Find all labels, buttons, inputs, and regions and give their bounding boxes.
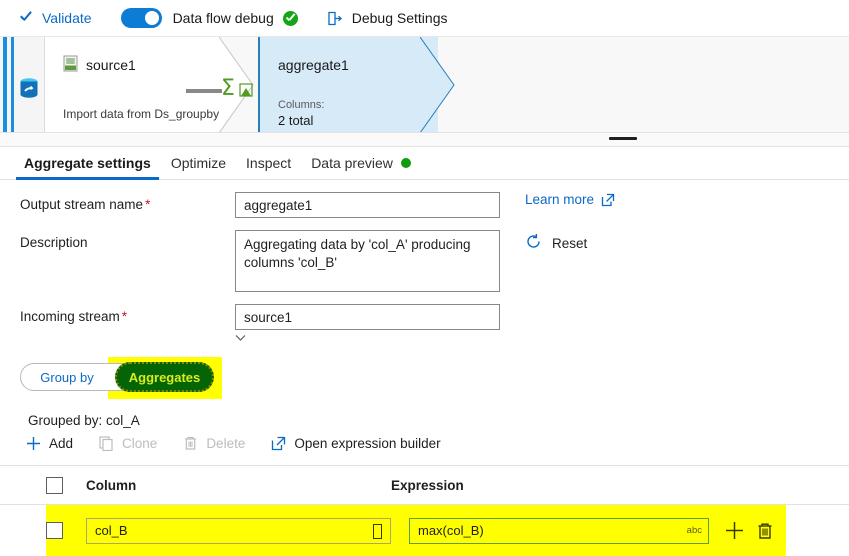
validate-button[interactable]: Validate: [18, 0, 92, 36]
data-preview-status-dot-icon: [400, 158, 411, 168]
plus-icon: [26, 436, 41, 451]
incoming-stream-label: Incoming stream *: [20, 304, 235, 324]
tab-optimize[interactable]: Optimize: [161, 147, 236, 180]
column-picker-icon[interactable]: [373, 523, 382, 539]
settings-tabbar: Aggregate settings Optimize Inspect Data…: [0, 147, 849, 180]
tab-label: Optimize: [170, 155, 227, 171]
description-label: Description: [20, 235, 88, 250]
segment-group-by[interactable]: Group by: [21, 363, 113, 391]
csv-file-icon: [63, 55, 78, 75]
clone-label: Clone: [122, 436, 158, 451]
add-button[interactable]: Add: [26, 436, 73, 451]
segment-aggregates[interactable]: Aggregates: [115, 362, 214, 392]
data-flow-canvas: source1 Import data from Ds_groupby Σ ag…: [0, 37, 849, 133]
delete-button: Delete: [183, 436, 245, 451]
external-link-icon: [601, 193, 615, 207]
debug-settings-label: Debug Settings: [351, 10, 448, 26]
source-node-header: source1: [63, 55, 136, 75]
debug-status-check-icon: [282, 10, 298, 26]
tab-inspect[interactable]: Inspect: [236, 147, 301, 180]
label-text: Incoming stream: [20, 309, 120, 324]
group-by-aggregates-segment: Group by Aggregates: [0, 357, 849, 399]
top-toolbar: Validate Data flow debug Debug Settings: [0, 0, 849, 37]
incoming-stream-row: Incoming stream * source1: [0, 304, 849, 345]
grouped-by-text: Grouped by: col_A: [28, 413, 140, 428]
aggregate-node[interactable]: aggregate1 Columns: 2 total: [258, 37, 438, 132]
checkmark-icon: [18, 11, 33, 26]
tab-label: Inspect: [246, 155, 292, 171]
table-header-row: Column Expression: [0, 466, 849, 504]
column-name-input[interactable]: col_B: [86, 517, 391, 544]
chevron-down-icon[interactable]: [235, 330, 246, 345]
type-badge: abc: [686, 524, 702, 536]
column-header-column: Column: [86, 477, 137, 493]
aggregate-sigma-icon: Σ: [221, 75, 255, 104]
panel-splitter[interactable]: [0, 133, 849, 147]
column-name-value: col_B: [95, 523, 128, 538]
learn-more-link[interactable]: Learn more: [525, 192, 615, 207]
output-stream-name-label: Output stream name *: [20, 192, 235, 212]
open-expression-builder-label: Open expression builder: [294, 436, 441, 451]
clone-button: Clone: [99, 436, 157, 451]
trash-icon: [183, 436, 198, 451]
toggle-knob: [144, 11, 159, 25]
node-connector-line: [186, 89, 222, 93]
incoming-stream-select[interactable]: source1: [235, 304, 500, 330]
required-marker: *: [121, 309, 128, 324]
description-textarea[interactable]: [235, 230, 500, 292]
source-node-title: source1: [86, 57, 136, 73]
column-header-expression: Expression: [391, 477, 464, 493]
delete-label: Delete: [206, 436, 246, 451]
required-marker: *: [145, 197, 151, 212]
delete-row-icon[interactable]: [756, 522, 774, 540]
segment-group-by-label: Group by: [40, 369, 94, 385]
validate-label: Validate: [42, 10, 92, 26]
tab-data-preview[interactable]: Data preview: [301, 147, 421, 180]
row-checkbox[interactable]: [46, 522, 63, 539]
output-stream-name-row: Output stream name *: [0, 192, 849, 218]
side-links-panel: Learn more Reset: [525, 192, 615, 253]
row-actions-toolbar: Add Clone Delete Open expression builder: [0, 436, 849, 451]
aggregate-node-arrow-shape: [419, 37, 460, 132]
debug-settings-button[interactable]: Debug Settings: [326, 10, 448, 27]
add-row-icon[interactable]: [725, 521, 744, 540]
incoming-stream-select-wrap: source1: [235, 304, 500, 345]
reset-label: Reset: [552, 235, 588, 251]
incoming-stream-value: source1: [244, 309, 293, 325]
output-stream-name-input[interactable]: [235, 192, 500, 218]
aggregate-node-columns-value: 2 total: [278, 113, 314, 128]
expression-input[interactable]: max(col_B) abc: [409, 517, 709, 544]
add-label: Add: [49, 436, 74, 451]
open-expression-builder-button[interactable]: Open expression builder: [271, 436, 441, 451]
description-row: Description: [0, 230, 849, 292]
data-flow-debug-toggle[interactable]: [120, 8, 162, 28]
table-row: col_B max(col_B) abc: [0, 504, 849, 556]
expression-value: max(col_B): [418, 523, 484, 538]
source-node[interactable]: source1 Import data from Ds_groupby: [44, 37, 220, 132]
canvas-left-rail: [0, 37, 44, 132]
splitter-handle[interactable]: [609, 137, 637, 140]
select-all-checkbox[interactable]: [46, 476, 63, 494]
data-flow-debug-label: Data flow debug: [172, 10, 274, 26]
refresh-icon: [525, 233, 542, 253]
tab-label: Aggregate settings: [24, 155, 151, 171]
debug-settings-icon: [326, 10, 343, 27]
label-text: Output stream name: [20, 197, 144, 212]
segment-aggregates-label: Aggregates: [128, 369, 201, 385]
aggregate-node-title: aggregate1: [278, 57, 349, 73]
data-flow-debug-group: Data flow debug: [120, 8, 298, 28]
reset-button[interactable]: Reset: [525, 233, 615, 253]
source-node-subtitle: Import data from Ds_groupby: [63, 107, 220, 121]
copy-icon: [99, 436, 114, 451]
svg-text:Σ: Σ: [221, 76, 235, 101]
external-link-icon: [271, 436, 286, 451]
database-source-icon[interactable]: [18, 77, 40, 104]
learn-more-label: Learn more: [525, 192, 595, 207]
aggregates-table: Column Expression col_B max(col_B) abc: [0, 465, 849, 556]
tab-label: Data preview: [311, 155, 393, 171]
aggregate-node-columns-label: Columns:: [278, 99, 325, 111]
aggregate-settings-form: Output stream name* Description Incoming…: [0, 180, 849, 345]
tab-aggregate-settings[interactable]: Aggregate settings: [14, 147, 161, 180]
